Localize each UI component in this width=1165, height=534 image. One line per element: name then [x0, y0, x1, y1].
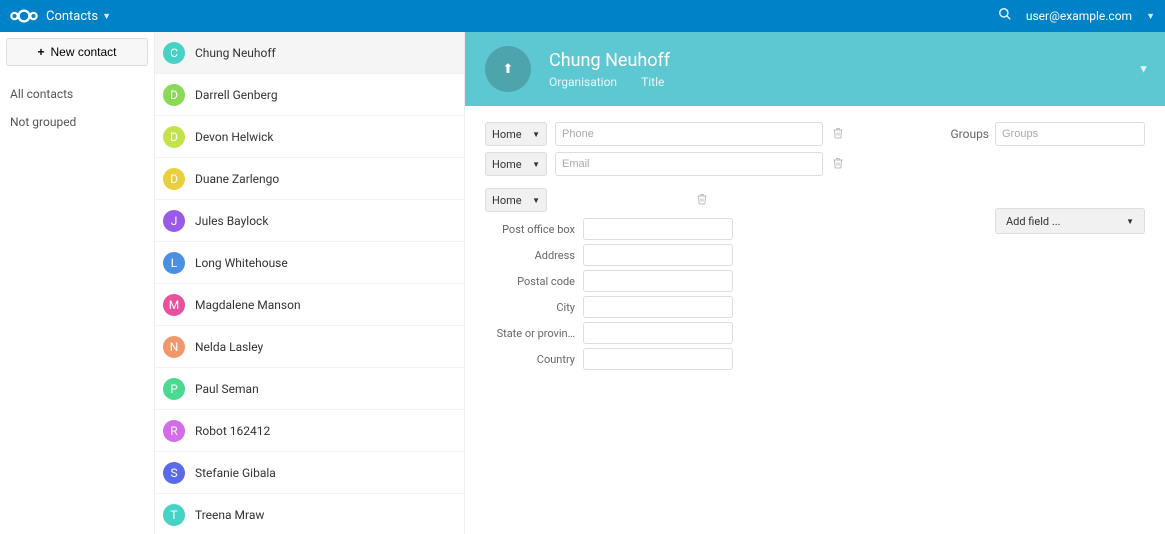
address-label: Address [485, 249, 575, 262]
avatar: J [163, 210, 185, 232]
details-right-column: Groups Add field ... ▼ [885, 122, 1145, 374]
groups-input[interactable] [995, 122, 1145, 146]
contact-item[interactable]: D Darrell Genberg [155, 74, 464, 116]
nextcloud-logo[interactable] [10, 8, 38, 24]
contact-name: Duane Zarlengo [195, 172, 279, 186]
sidebar-link-all[interactable]: All contacts [10, 80, 148, 108]
email-type-label: Home [492, 158, 522, 171]
collapse-arrow-icon[interactable]: ▼ [1138, 63, 1149, 76]
organisation-placeholder[interactable]: Organisation [549, 75, 617, 89]
avatar: D [163, 84, 185, 106]
postal-label: Postal code [485, 275, 575, 288]
upload-icon: ⬆ [503, 62, 514, 77]
contact-item[interactable]: D Devon Helwick [155, 116, 464, 158]
country-input[interactable] [583, 348, 733, 370]
avatar: L [163, 252, 185, 274]
contact-name: Magdalene Manson [195, 298, 301, 312]
contact-name: Jules Baylock [195, 214, 268, 228]
contact-item[interactable]: L Long Whitehouse [155, 242, 464, 284]
email-input[interactable] [555, 152, 823, 176]
user-label[interactable]: user@example.com [1026, 9, 1132, 23]
contact-name: Darrell Genberg [195, 88, 278, 102]
state-input[interactable] [583, 322, 733, 344]
city-label: City [485, 301, 575, 314]
new-contact-button[interactable]: + New contact [6, 38, 148, 66]
add-field-select[interactable]: Add field ... ▼ [995, 208, 1145, 234]
address-type-label: Home [492, 194, 522, 207]
details-header: ⬆ Chung Neuhoff Organisation Title ▼ [465, 32, 1165, 106]
topbar: Contacts ▼ user@example.com ▼ [0, 0, 1165, 32]
phone-type-select[interactable]: Home ▼ [485, 122, 547, 146]
chevron-down-icon: ▼ [532, 160, 540, 169]
contact-name: Robot 162412 [195, 424, 270, 438]
contact-item[interactable]: P Paul Seman [155, 368, 464, 410]
avatar: N [163, 336, 185, 358]
email-type-select[interactable]: Home ▼ [485, 152, 547, 176]
new-contact-label: New contact [50, 45, 116, 59]
contact-name: Nelda Lasley [195, 340, 263, 354]
title-placeholder[interactable]: Title [641, 75, 664, 89]
contact-name: Long Whitehouse [195, 256, 288, 270]
contact-item[interactable]: D Duane Zarlengo [155, 158, 464, 200]
phone-input[interactable] [555, 122, 823, 146]
avatar-upload-button[interactable]: ⬆ [485, 46, 531, 92]
contact-item[interactable]: R Robot 162412 [155, 410, 464, 452]
avatar: D [163, 126, 185, 148]
avatar: R [163, 420, 185, 442]
address-block: Home ▼ Post office box Address Postal cod… [485, 188, 845, 370]
avatar: C [163, 42, 185, 64]
contact-name: Stefanie Gibala [195, 466, 276, 480]
avatar: M [163, 294, 185, 316]
phone-type-label: Home [492, 128, 522, 141]
chevron-down-icon: ▼ [1126, 217, 1134, 226]
country-label: Country [485, 353, 575, 366]
contact-item[interactable]: S Stefanie Gibala [155, 452, 464, 494]
contact-title[interactable]: Chung Neuhoff [549, 50, 670, 71]
contact-item[interactable]: M Magdalene Manson [155, 284, 464, 326]
contact-name: Paul Seman [195, 382, 259, 396]
add-field-label: Add field ... [1006, 215, 1061, 228]
chevron-down-icon: ▼ [532, 196, 540, 205]
state-label: State or provin… [485, 327, 575, 340]
user-caret-icon[interactable]: ▼ [1146, 11, 1155, 22]
contact-name: Chung Neuhoff [195, 46, 276, 60]
sidebar-link-notgrouped[interactable]: Not grouped [10, 108, 148, 136]
delete-email-icon[interactable] [831, 157, 845, 172]
avatar: T [163, 504, 185, 526]
details-pane: ⬆ Chung Neuhoff Organisation Title ▼ Hom… [465, 32, 1165, 534]
groups-label: Groups [950, 127, 989, 141]
details-left-column: Home ▼ Home ▼ [485, 122, 845, 374]
contact-item[interactable]: C Chung Neuhoff [155, 32, 464, 74]
address-input[interactable] [583, 244, 733, 266]
po-input[interactable] [583, 218, 733, 240]
delete-address-icon[interactable] [695, 193, 709, 208]
avatar: P [163, 378, 185, 400]
city-input[interactable] [583, 296, 733, 318]
search-icon[interactable] [998, 7, 1012, 25]
avatar: D [163, 168, 185, 190]
address-type-select[interactable]: Home ▼ [485, 188, 547, 212]
sidebar-links: All contacts Not grouped [6, 80, 148, 136]
contact-name: Devon Helwick [195, 130, 273, 144]
postal-input[interactable] [583, 270, 733, 292]
po-label: Post office box [485, 223, 575, 236]
chevron-down-icon: ▼ [532, 130, 540, 139]
caret-down-icon[interactable]: ▼ [102, 11, 111, 22]
avatar: S [163, 462, 185, 484]
contact-name: Treena Mraw [195, 508, 264, 522]
contact-item[interactable]: N Nelda Lasley [155, 326, 464, 368]
delete-phone-icon[interactable] [831, 127, 845, 142]
sidebar: + New contact All contacts Not grouped [0, 32, 155, 534]
contact-item[interactable]: T Treena Mraw [155, 494, 464, 534]
contact-item[interactable]: J Jules Baylock [155, 200, 464, 242]
contact-list: C Chung Neuhoff D Darrell Genberg D Devon Hel… [155, 32, 465, 534]
plus-icon: + [37, 45, 44, 59]
app-name[interactable]: Contacts [46, 9, 98, 24]
